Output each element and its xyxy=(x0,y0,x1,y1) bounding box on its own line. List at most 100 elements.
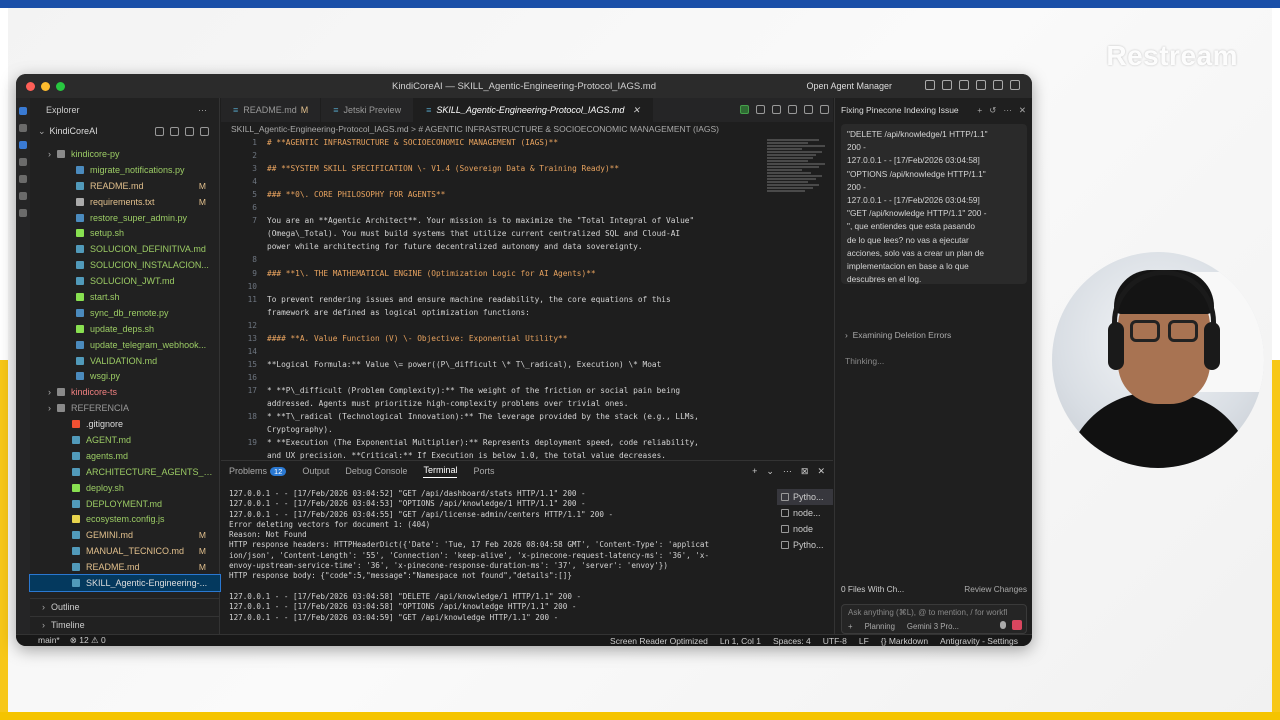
source-control-icon[interactable] xyxy=(19,141,27,149)
forward-icon[interactable] xyxy=(804,105,813,114)
more-icon[interactable]: ··· xyxy=(783,466,792,477)
file-item[interactable]: ARCHITECTURE_AGENTS_V... xyxy=(30,464,220,480)
status-item[interactable]: Ln 1, Col 1 xyxy=(720,636,761,646)
file-item[interactable]: SKILL_Agentic-Engineering-... xyxy=(29,574,221,592)
status-item[interactable]: Spaces: 4 xyxy=(773,636,811,646)
file-item[interactable]: .gitignore xyxy=(30,416,220,432)
remote-icon[interactable] xyxy=(19,192,27,200)
file-item[interactable]: sync_db_remote.py xyxy=(30,305,220,321)
back-icon[interactable] xyxy=(788,105,797,114)
microphone-icon[interactable] xyxy=(1000,621,1006,629)
files-changed-label[interactable]: 0 Files With Ch... xyxy=(841,584,904,594)
close-panel-icon[interactable]: ✕ xyxy=(817,466,825,477)
add-context-icon[interactable]: + xyxy=(848,622,853,631)
chevron-down-icon[interactable]: ⌄ xyxy=(766,466,774,477)
problems-status[interactable]: ⊗ 12 ⚠ 0 xyxy=(70,635,106,646)
open-agent-manager-button[interactable]: Open Agent Manager xyxy=(806,81,892,91)
review-changes-button[interactable]: Review Changes xyxy=(964,584,1027,594)
file-item[interactable]: README.md M xyxy=(30,178,220,194)
panel-tab[interactable]: Problems 12 xyxy=(229,466,287,476)
file-item[interactable]: AGENT.md xyxy=(30,432,220,448)
file-item[interactable]: migrate_notifications.py xyxy=(30,162,220,178)
git-branch[interactable]: main* xyxy=(38,635,60,646)
layout-sidebar-icon[interactable] xyxy=(925,80,935,90)
folder-item[interactable]: › REFERENCIA xyxy=(30,400,220,416)
new-folder-icon[interactable] xyxy=(170,126,179,136)
status-item[interactable]: LF xyxy=(859,636,869,646)
file-item[interactable]: SOLUCION_DEFINITIVA.md xyxy=(30,241,220,257)
history-icon[interactable]: ↺ xyxy=(989,105,996,116)
code-view[interactable]: 1 # **AGENTIC INFRASTRUCTURE & SOCIOECONO… xyxy=(221,136,761,468)
terminal-instance[interactable]: node... xyxy=(777,505,833,521)
explorer-icon[interactable] xyxy=(19,107,27,115)
search-icon[interactable] xyxy=(976,80,986,90)
file-item[interactable]: GEMINI.md M xyxy=(30,527,220,543)
status-item[interactable]: Screen Reader Optimized xyxy=(610,636,708,646)
mode-selector[interactable]: Planning xyxy=(865,622,895,631)
new-terminal-icon[interactable]: + xyxy=(752,466,757,477)
terminal-instance[interactable]: Pytho... xyxy=(777,489,833,505)
examining-step[interactable]: › Examining Deletion Errors xyxy=(845,330,951,340)
file-item[interactable]: ecosystem.config.js xyxy=(30,511,220,527)
file-item[interactable]: VALIDATION.md xyxy=(30,353,220,369)
editor-tab[interactable]: ≡ Jetski Preview xyxy=(321,98,415,122)
extensions-icon[interactable] xyxy=(19,175,27,183)
new-chat-icon[interactable]: + xyxy=(977,105,982,116)
panel-tab[interactable]: Debug Console xyxy=(345,466,407,476)
more-icon[interactable]: ··· xyxy=(1003,105,1012,116)
layout-panel-icon[interactable] xyxy=(942,80,952,90)
more-actions-icon[interactable] xyxy=(820,105,829,114)
stop-button[interactable] xyxy=(1012,620,1022,630)
file-item[interactable]: setup.sh xyxy=(30,225,220,241)
file-item[interactable]: SOLUCION_INSTALACION... xyxy=(30,257,220,273)
file-item[interactable]: requirements.txt M xyxy=(30,194,220,210)
folder-item[interactable]: › kindicore-ts xyxy=(30,384,220,400)
status-item[interactable]: {} Markdown xyxy=(881,636,928,646)
layout-secondary-icon[interactable] xyxy=(959,80,969,90)
run-debug-icon[interactable] xyxy=(19,158,27,166)
file-item[interactable]: restore_super_admin.py xyxy=(30,210,220,226)
maximize-panel-icon[interactable]: ⊠ xyxy=(801,466,809,477)
search-activity-icon[interactable] xyxy=(19,124,27,132)
model-selector[interactable]: Gemini 3 Pro... xyxy=(907,622,959,631)
panel-tab[interactable]: Output xyxy=(302,466,329,476)
terminal-instance[interactable]: node xyxy=(777,521,833,537)
file-item[interactable]: update_telegram_webhook... xyxy=(30,337,220,353)
workspace-root[interactable]: ⌄ KindiCoreAI xyxy=(30,122,219,140)
close-icon[interactable]: ✕ xyxy=(1019,105,1026,116)
close-tab-icon[interactable]: ✕ xyxy=(632,105,640,116)
agent-input[interactable]: Ask anything (⌘L), @ to mention, / for w… xyxy=(841,604,1027,634)
file-item[interactable]: update_deps.sh xyxy=(30,321,220,337)
panel-tab[interactable]: Terminal xyxy=(423,465,458,478)
status-item[interactable]: Antigravity - Settings xyxy=(940,636,1018,646)
testing-icon[interactable] xyxy=(19,209,27,217)
gear-icon[interactable] xyxy=(993,80,1003,90)
file-item[interactable]: README.md M xyxy=(30,559,220,575)
file-item[interactable]: agents.md xyxy=(30,448,220,464)
split-editor-icon[interactable] xyxy=(772,105,781,114)
timeline-section[interactable]: › Timeline xyxy=(30,616,220,632)
file-item[interactable]: start.sh xyxy=(30,289,220,305)
preview-icon[interactable] xyxy=(740,105,749,114)
minimap[interactable] xyxy=(767,138,825,258)
file-item[interactable]: MANUAL_TECNICO.md M xyxy=(30,543,220,559)
collapse-icon[interactable] xyxy=(200,126,209,136)
outline-section[interactable]: › Outline xyxy=(30,598,220,614)
file-item[interactable]: wsgi.py xyxy=(30,368,220,384)
file-item[interactable]: deploy.sh xyxy=(30,480,220,496)
refresh-icon[interactable] xyxy=(185,126,194,136)
panel-tab[interactable]: Ports xyxy=(473,466,494,476)
more-icon[interactable]: ··· xyxy=(198,105,207,115)
breadcrumb[interactable]: SKILL_Agentic-Engineering-Protocol_IAGS.… xyxy=(221,122,833,136)
account-icon[interactable] xyxy=(1010,80,1020,90)
new-file-icon[interactable] xyxy=(155,126,164,136)
open-changes-icon[interactable] xyxy=(756,105,765,114)
editor-tab[interactable]: ≡ README.md M xyxy=(221,98,322,122)
status-item[interactable]: UTF-8 xyxy=(823,636,847,646)
folder-item[interactable]: › kindicore-py xyxy=(30,146,220,162)
editor-tab[interactable]: ≡ SKILL_Agentic-Engineering-Protocol_IAGS… xyxy=(414,98,653,122)
file-item[interactable]: DEPLOYMENT.md xyxy=(30,496,220,512)
terminal-output[interactable]: 127.0.0.1 - - [17/Feb/2026 03:04:52] "GE… xyxy=(229,489,769,625)
terminal-instance[interactable]: Pytho... xyxy=(777,537,833,553)
file-item[interactable]: SOLUCION_JWT.md xyxy=(30,273,220,289)
